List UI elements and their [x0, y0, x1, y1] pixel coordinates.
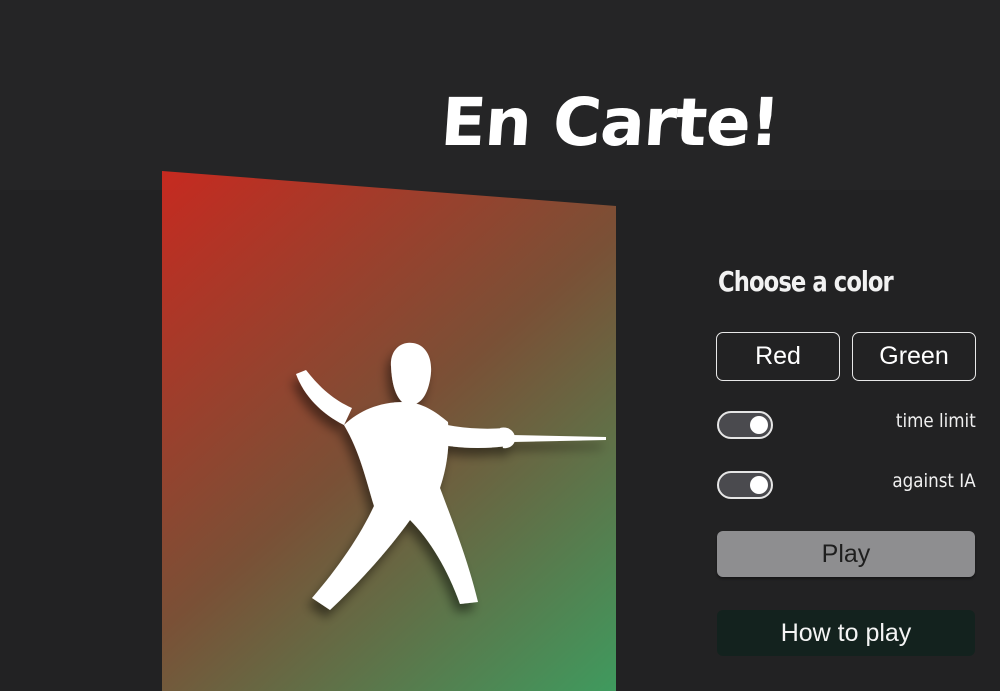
- play-button[interactable]: Play: [717, 531, 975, 577]
- against-ia-label: against IA: [892, 470, 976, 492]
- toggle-knob: [750, 416, 768, 434]
- red-color-button[interactable]: Red: [716, 332, 840, 381]
- time-limit-label: time limit: [896, 410, 976, 432]
- settings-panel: Choose a color Red Green time limit agai…: [716, 0, 976, 691]
- choose-color-label: Choose a color: [718, 265, 894, 298]
- green-color-button[interactable]: Green: [852, 332, 976, 381]
- time-limit-toggle[interactable]: [717, 411, 773, 439]
- against-ia-toggle[interactable]: [717, 471, 773, 499]
- how-to-play-button[interactable]: How to play: [717, 610, 975, 656]
- toggle-knob: [750, 476, 768, 494]
